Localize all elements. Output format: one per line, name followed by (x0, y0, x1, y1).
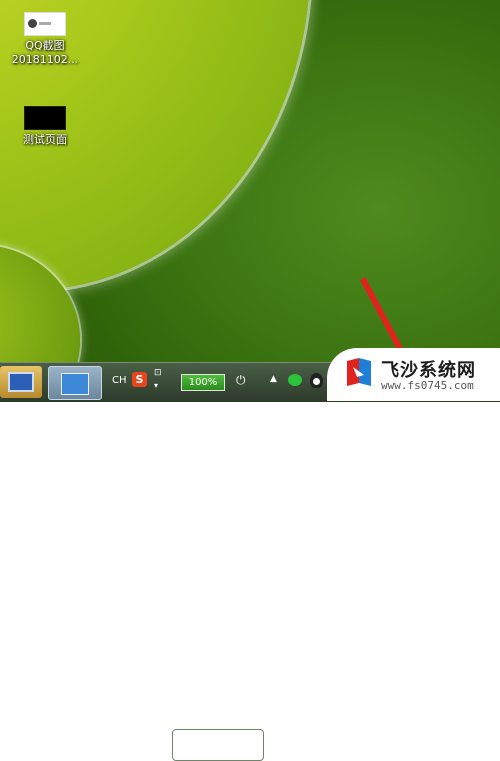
desktop-icon-test-page[interactable]: 测试页面 (0, 106, 90, 147)
battery-tray-group[interactable] (172, 729, 264, 761)
qq-icon[interactable] (310, 373, 323, 388)
computer-icon (8, 372, 34, 392)
control-panel-icon (61, 373, 89, 395)
battery-indicator[interactable]: 100% (181, 374, 225, 391)
ime-options-icon[interactable]: ⊡ (154, 368, 162, 378)
start-button[interactable] (0, 366, 42, 398)
desktop-icon-sublabel: 20181102... (11, 53, 79, 66)
power-plug-icon[interactable]: ⏻ (236, 373, 246, 388)
image-thumbnail-icon (24, 12, 66, 36)
sogou-ime-icon[interactable]: S (132, 372, 147, 387)
image-thumbnail-icon (24, 106, 66, 130)
taskbar-app-control-panel[interactable] (48, 366, 102, 400)
desktop-icon-label: 测试页面 (23, 133, 67, 146)
chevron-down-icon[interactable]: ▾ (154, 381, 158, 390)
show-hidden-icons-arrow-icon[interactable]: ▲ (270, 374, 277, 384)
wechat-icon[interactable] (288, 374, 302, 386)
language-indicator[interactable]: CH (112, 375, 127, 386)
desktop-icon-label: QQ截图 (25, 39, 65, 52)
watermark-url: www.fs0745.com (381, 379, 474, 392)
desktop-wallpaper: QQ截图 20181102... 测试页面 (0, 0, 500, 362)
site-logo-icon (347, 358, 371, 386)
desktop-icon-qq-screenshot[interactable]: QQ截图 20181102... (0, 12, 90, 67)
